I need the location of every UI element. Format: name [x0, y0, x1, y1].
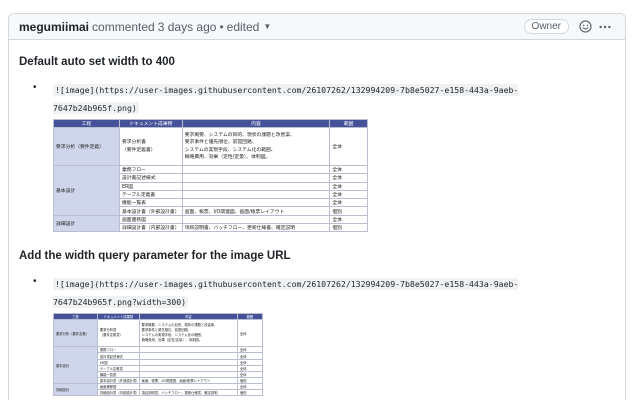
embedded-image-400[interactable]: 工程 ドキュメント成果物 内容 範囲 要求分析（要件定義） 要求分析書 （要件定義書） 要求… [53, 119, 573, 233]
kebab-horizontal-icon [599, 25, 611, 28]
table-header-cell: 範囲 [329, 119, 368, 128]
table-cell-content [181, 181, 331, 191]
document-table: 工程 ドキュメント成果物 内容 範囲 要求分析（要件定義） 要求分析書 （要件定義書） 要求… [53, 313, 264, 397]
table-body: 要求分析（要件定義） 要求分析書 （要件定義書） 要求概要、システムの目的、現状の課題… [53, 127, 368, 233]
table-cell-doc: 要求分析書 （要件定義書） [96, 319, 140, 348]
table-cell-scope: 全体 [236, 319, 264, 348]
table-cell-scope: 個別 [329, 206, 368, 216]
table-cell-scope: 全体 [329, 127, 368, 166]
comment-options-button[interactable] [595, 17, 615, 37]
table-row: 要求分析（要件定義） 要求分析書 （要件定義書） 要求概要、システムの目的、現状の課題… [53, 127, 368, 166]
table-cell-scope: 全体 [329, 189, 368, 200]
table-cell-doc: 設計書記述様式 [118, 173, 183, 183]
table-header-cell: ドキュメント成果物 [118, 119, 183, 128]
table-cell-content: 要求概要、システムの目的、現状の課題と改善案、 要求事件と優先順位、前提回路、 シス… [138, 319, 238, 348]
image-markdown-code: ![image](https://user-images.githubuserc… [53, 84, 519, 114]
list-item: • ![image](https://user-images.githubuse… [19, 274, 615, 400]
table-cell-content: 項目説明書、バッチフロー、更新仕様書、確定説明 [138, 389, 238, 397]
table-cell-scope: 全体 [329, 173, 368, 183]
table-cell-content [181, 198, 331, 208]
table-cell-content: 要求概要、システムの目的、現状の課題と改善案、 要求事件と優先順位、前提回路、 シス… [181, 127, 331, 166]
comment-action-text: commented [92, 19, 155, 34]
comment-header: megumiimai commented 3 days ago • edited… [9, 14, 625, 40]
table-cell-proc: 要求分析（要件定義） [53, 319, 98, 348]
comment-body: Default auto set width to 400 • ![image]… [9, 40, 625, 400]
table-cell-doc: テーブル定義書 [118, 189, 183, 200]
table-cell-proc: 詳細設計 [53, 214, 120, 233]
table-header-row: 工程 ドキュメント成果物 内容 範囲 [53, 119, 368, 128]
comment-author-link[interactable]: megumiimai [19, 20, 89, 34]
section-heading-width-query: Add the width query parameter for the im… [19, 250, 291, 263]
table-cell-doc: 基本設計書（外部設計書） [118, 206, 183, 216]
table-cell-scope: 全体 [329, 198, 368, 208]
table-cell-doc: ER図 [118, 181, 183, 191]
table-cell-doc: 基本設計書（外部設計書） [96, 376, 140, 384]
table-cell-content: 項目説明書、バッチフロー、更新仕様書、確定説明 [181, 223, 331, 233]
table-cell-doc: 業務フロー [118, 164, 183, 175]
table-cell-doc: 要求分析書 （要件定義書） [118, 127, 183, 166]
table-cell-scope: 個別 [236, 389, 264, 397]
table-header-cell: ドキュメント成果物 [96, 313, 140, 321]
document-table: 工程 ドキュメント成果物 内容 範囲 要求分析（要件定義） 要求分析書 （要件定義書） 要求… [53, 119, 368, 233]
table-cell-doc: 機能一覧表 [118, 198, 183, 208]
bullet-dot: • [33, 276, 37, 288]
smiley-icon [578, 20, 592, 33]
bullet-dot: • [33, 82, 37, 93]
table-cell-content [181, 164, 331, 175]
table-cell-doc: 詳細設計書（内部設計書） [118, 223, 183, 233]
table-cell-scope: 全体 [329, 214, 368, 225]
table-row: 要求分析（要件定義） 要求分析書 （要件定義書） 要求概要、システムの目的、現状の課題… [53, 319, 264, 348]
comment-card: megumiimai commented 3 days ago • edited… [8, 13, 626, 400]
section-heading-default-width: Default auto set width to 400 [19, 56, 175, 68]
table-cell-scope: 個別 [329, 223, 368, 233]
table-cell-proc: 要求分析（要件定義） [53, 127, 120, 166]
table-cell-proc: 詳細設計 [53, 382, 98, 397]
list-item: • ![image](https://user-images.githubuse… [19, 80, 615, 238]
table-header-cell: 工程 [53, 119, 120, 128]
table-cell-doc: 画面遷移図 [118, 214, 183, 225]
owner-badge: Owner [523, 19, 569, 34]
table-cell-proc: 基本設計 [53, 165, 120, 216]
table-row: 詳細設計 画面遷移図 全体 [53, 214, 368, 233]
table-cell-proc: 基本設計 [53, 346, 98, 384]
table-row: 基本設計 業務フロー 全体 [53, 164, 368, 216]
meta-separator: • [219, 19, 224, 34]
caret-down-icon: ▼ [263, 22, 272, 31]
edited-dropdown[interactable]: edited ▼ [227, 20, 272, 34]
table-cell-content [181, 189, 331, 200]
table-cell-doc: 詳細設計書（内部設計書） [96, 389, 140, 397]
table-cell-content: 画面、帳票、I/O関連図、画面/帳票レイアウト [181, 206, 331, 216]
image-markdown-code: ![image](https://user-images.githubuserc… [53, 278, 519, 309]
table-cell-scope: 全体 [329, 164, 368, 175]
table-cell-content [181, 214, 331, 225]
table-body: 要求分析（要件定義） 要求分析書 （要件定義書） 要求概要、システムの目的、現状の課題… [53, 319, 264, 397]
comment-timestamp[interactable]: 3 days ago [158, 20, 217, 34]
embedded-image-300[interactable]: 工程 ドキュメント成果物 内容 範囲 要求分析（要件定義） 要求分析書 （要件定義書） 要求… [53, 313, 573, 397]
add-reaction-button[interactable] [575, 17, 595, 37]
table-cell-content [181, 173, 331, 183]
table-cell-scope: 全体 [329, 181, 368, 191]
table-header-cell: 内容 [181, 119, 331, 128]
edited-label: edited [226, 19, 260, 34]
